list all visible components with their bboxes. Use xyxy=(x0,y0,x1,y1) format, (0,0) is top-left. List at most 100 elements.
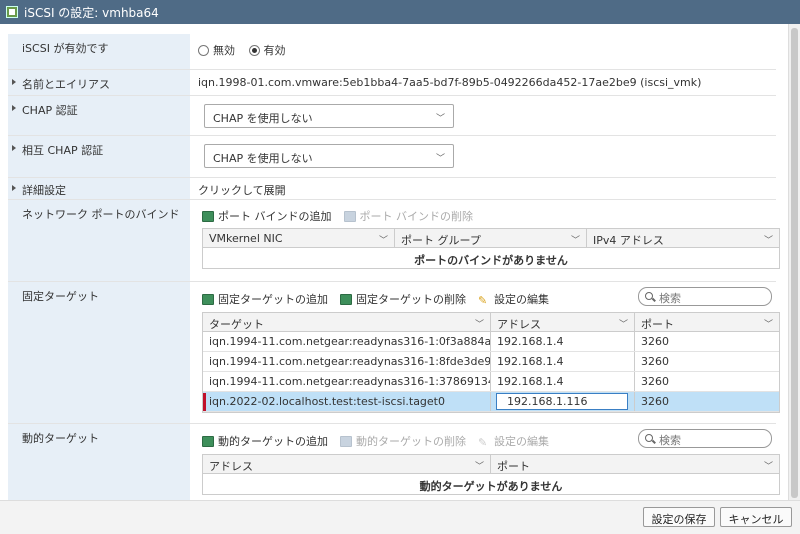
radio-enabled-circle[interactable] xyxy=(248,44,260,56)
add-dynamic-target-button[interactable]: 動的ターゲットの追加 xyxy=(202,433,328,449)
column-header-address[interactable]: アドレス ﹀ xyxy=(203,455,491,473)
dynamic-targets-search[interactable]: 検索 xyxy=(638,429,772,448)
dialog-title: iSCSI の設定: vmhba64 xyxy=(24,5,159,20)
column-header-vmkernel-nic[interactable]: VMkernel NIC ﹀ xyxy=(203,229,395,247)
add-static-target-button[interactable]: 固定ターゲットの追加 xyxy=(202,291,328,307)
dynamic-targets-toolbar: 動的ターゲットの追加 動的ターゲットの削除 ✎ 設定の編集 xyxy=(202,433,561,449)
chevron-down-icon[interactable]: ﹀ xyxy=(571,233,580,246)
advanced-label-cell[interactable]: 詳細設定 xyxy=(8,178,190,199)
radio-disabled-circle[interactable] xyxy=(198,44,209,56)
row-dynamic-targets: 動的ターゲット 動的ターゲットの追加 動的ターゲットの削除 ✎ 設定の編集 検索 … xyxy=(8,424,780,500)
port-cell: 3260 xyxy=(641,375,669,388)
row-advanced[interactable]: 詳細設定 クリックして展開 xyxy=(8,178,776,200)
remove-target-icon xyxy=(340,293,352,305)
dialog-titlebar: iSCSI の設定: vmhba64 xyxy=(0,0,800,24)
name-alias-label: 名前とエイリアス xyxy=(22,78,110,91)
expand-arrow-icon[interactable] xyxy=(12,105,16,111)
edit-static-settings-button[interactable]: ✎ 設定の編集 xyxy=(478,291,549,307)
iscsi-enabled-label: iSCSI が有効です xyxy=(8,34,190,69)
chevron-down-icon[interactable]: ﹀ xyxy=(379,233,388,246)
chap-label-cell[interactable]: CHAP 認証 xyxy=(8,96,190,135)
row-name-alias[interactable]: 名前とエイリアス iqn.1998-01.com.vmware:5eb1bba4… xyxy=(8,70,776,96)
column-header-address[interactable]: アドレス ﹀ xyxy=(491,313,635,331)
port-cell: 3260 xyxy=(641,395,669,408)
chap-label: CHAP 認証 xyxy=(22,104,78,117)
name-alias-value: iqn.1998-01.com.vmware:5eb1bba4-7aa5-bd7… xyxy=(198,76,702,89)
table-row[interactable]: iqn.1994-11.com.netgear:readynas316-1:8f… xyxy=(203,352,779,372)
table-row[interactable]: iqn.1994-11.com.netgear:readynas316-1:0f… xyxy=(203,332,779,352)
chevron-down-icon: ﹀ xyxy=(435,154,445,164)
column-header-ipv4[interactable]: IPv4 アドレス ﹀ xyxy=(587,229,779,247)
remove-target-icon xyxy=(340,435,352,447)
vertical-scrollbar[interactable] xyxy=(788,24,800,500)
address-cell: 192.168.1.4 xyxy=(491,332,635,351)
column-header-target[interactable]: ターゲット ﹀ xyxy=(203,313,491,331)
port-binding-toolbar: ポート バインドの追加 ポート バインドの削除 xyxy=(202,208,485,224)
chap-value-cell: CHAP を使用しない ﹀ xyxy=(198,96,776,135)
chevron-down-icon[interactable]: ﹀ xyxy=(619,317,628,330)
remove-static-target-button[interactable]: 固定ターゲットの削除 xyxy=(340,291,466,307)
column-header-port-group[interactable]: ポート グループ ﹀ xyxy=(395,229,587,247)
radio-disabled[interactable]: 無効 xyxy=(198,42,235,58)
expand-arrow-icon[interactable] xyxy=(12,79,16,85)
mutual-chap-value-cell: CHAP を使用しない ﹀ xyxy=(198,136,776,177)
add-port-binding-button[interactable]: ポート バインドの追加 xyxy=(202,208,332,224)
radio-enabled[interactable]: 有効 xyxy=(248,42,286,58)
add-target-icon xyxy=(202,435,214,447)
pencil-icon: ✎ xyxy=(478,435,488,449)
column-header-port[interactable]: ポート ﹀ xyxy=(491,455,779,473)
cancel-button[interactable]: キャンセル xyxy=(720,507,792,527)
chap-select[interactable]: CHAP を使用しない ﹀ xyxy=(204,104,454,128)
expand-arrow-icon[interactable] xyxy=(12,145,16,151)
dynamic-targets-empty-message: 動的ターゲットがありません xyxy=(419,480,563,493)
address-cell-editing: 192.168.1.116 xyxy=(491,392,635,411)
address-cell: 192.168.1.4 xyxy=(491,352,635,371)
mutual-chap-select[interactable]: CHAP を使用しない ﹀ xyxy=(204,144,454,168)
invalid-marker xyxy=(203,393,206,411)
add-dynamic-target-label: 動的ターゲットの追加 xyxy=(218,435,328,448)
mutual-chap-label-cell[interactable]: 相互 CHAP 認証 xyxy=(8,136,190,177)
row-static-targets: 固定ターゲット 固定ターゲットの追加 固定ターゲットの削除 ✎ 設定の編集 検索 … xyxy=(8,282,780,424)
chevron-down-icon[interactable]: ﹀ xyxy=(475,317,484,330)
chevron-down-icon: ﹀ xyxy=(435,114,445,124)
column-header-label: IPv4 アドレス xyxy=(593,234,664,247)
advanced-label: 詳細設定 xyxy=(22,184,66,197)
chevron-down-icon[interactable]: ﹀ xyxy=(764,459,773,472)
column-header-port[interactable]: ポート ﹀ xyxy=(635,313,779,331)
port-binding-label: ネットワーク ポートのバインド xyxy=(8,200,190,281)
row-iscsi-enabled: iSCSI が有効です 無効 有効 xyxy=(8,34,776,70)
scrollbar-thumb[interactable] xyxy=(791,28,798,498)
dynamic-targets-grid: アドレス ﹀ ポート ﹀ 動的ターゲットがありません xyxy=(202,454,780,495)
static-targets-grid: ターゲット ﹀ アドレス ﹀ ポート ﹀ iqn.1994-11.com.netgea… xyxy=(202,312,780,413)
chevron-down-icon[interactable]: ﹀ xyxy=(764,233,773,246)
table-row[interactable]: iqn.1994-11.com.netgear:readynas316-1:37… xyxy=(203,372,779,392)
port-binding-grid-header: VMkernel NIC ﹀ ポート グループ ﹀ IPv4 アドレス ﹀ xyxy=(203,229,779,248)
remove-dynamic-target-button[interactable]: 動的ターゲットの削除 xyxy=(340,433,466,449)
chevron-down-icon[interactable]: ﹀ xyxy=(764,317,773,330)
remove-static-target-label: 固定ターゲットの削除 xyxy=(356,293,466,306)
chevron-down-icon[interactable]: ﹀ xyxy=(475,459,484,472)
table-row-selected[interactable]: iqn.2022-02.localhost.test:test-iscsi.ta… xyxy=(203,392,779,412)
edit-dynamic-settings-button[interactable]: ✎ 設定の編集 xyxy=(478,433,549,449)
dynamic-targets-label: 動的ターゲット xyxy=(8,424,190,500)
advanced-value[interactable]: クリックして展開 xyxy=(198,178,776,199)
target-cell: iqn.1994-11.com.netgear:readynas316-1:37… xyxy=(203,372,491,391)
save-settings-button[interactable]: 設定の保存 xyxy=(643,507,715,527)
static-targets-label: 固定ターゲット xyxy=(8,282,190,423)
column-header-label: ポート xyxy=(497,460,530,473)
remove-port-binding-label: ポート バインドの削除 xyxy=(359,210,474,223)
iscsi-enabled-radio-group: 無効 有効 xyxy=(198,34,776,69)
port-cell: 3260 xyxy=(641,355,669,368)
iscsi-icon xyxy=(6,6,18,18)
dynamic-grid-header: アドレス ﹀ ポート ﹀ xyxy=(203,455,779,474)
mutual-chap-label: 相互 CHAP 認証 xyxy=(22,144,104,157)
name-alias-label-cell[interactable]: 名前とエイリアス xyxy=(8,70,190,95)
column-header-label: VMkernel NIC xyxy=(209,232,283,245)
port-binding-empty-message: ポートのバインドがありません xyxy=(414,254,568,267)
expand-arrow-icon[interactable] xyxy=(12,185,16,191)
remove-port-binding-button[interactable]: ポート バインドの削除 xyxy=(343,208,474,224)
row-port-binding: ネットワーク ポートのバインド ポート バインドの追加 ポート バインドの削除 … xyxy=(8,200,780,282)
static-targets-search[interactable]: 検索 xyxy=(638,287,772,306)
address-edit-input[interactable]: 192.168.1.116 xyxy=(496,393,628,410)
target-cell-text: iqn.2022-02.localhost.test:test-iscsi.ta… xyxy=(209,395,445,408)
